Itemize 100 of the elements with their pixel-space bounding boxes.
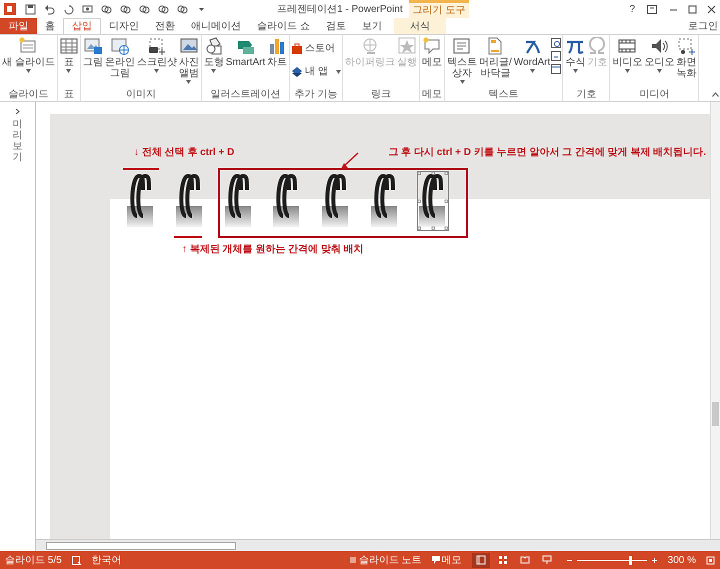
ribbon-tab[interactable]: 디자인 (101, 18, 147, 34)
slideshow-icon (542, 555, 552, 565)
film-icon (618, 37, 636, 55)
vertical-scrollbar[interactable] (710, 102, 720, 539)
ribbon-button[interactable]: 비디오 (611, 37, 644, 88)
ribbon-button[interactable]: 수식 (564, 37, 586, 88)
ribbon-button[interactable]: 텍스트 상자 (446, 37, 478, 88)
ribbon-button[interactable]: 온라인 그림 (104, 37, 136, 88)
fit-to-window-icon[interactable] (706, 556, 715, 564)
group-label: 표 (62, 88, 75, 101)
screenshot-icon (148, 37, 166, 55)
caret-icon (572, 69, 578, 73)
group-label: 링크 (370, 88, 392, 101)
slider-thumb[interactable] (628, 556, 632, 564)
notes-button[interactable]: 슬라이드 노트 (348, 552, 422, 568)
ribbon-button[interactable]: 도형 (202, 37, 225, 88)
text-box-icon (453, 37, 472, 55)
ribbon-button[interactable]: 차트 (266, 37, 288, 88)
group-label: 미디어 (638, 88, 670, 101)
caret-icon (186, 80, 192, 84)
ribbon-button[interactable]: 화면 녹화 (675, 37, 698, 88)
reading-view-icon (520, 555, 530, 565)
ribbon-button[interactable]: SmartArt (224, 37, 266, 88)
cube-icon (291, 65, 304, 78)
bag-icon (291, 42, 304, 55)
ribbon-tab[interactable]: 전환 (147, 18, 183, 34)
slide-counter: 슬라이드 5/5 (5, 554, 62, 568)
help-button[interactable]: ? (629, 2, 635, 16)
group-label: 슬라이드 (7, 88, 50, 101)
ribbon-display-icon[interactable] (647, 4, 657, 14)
slideshow-icon[interactable] (82, 4, 93, 14)
redo-icon[interactable] (63, 4, 74, 14)
caret-icon (460, 80, 465, 84)
caret-icon (530, 69, 535, 73)
ribbon-button[interactable]: 그림 (82, 37, 104, 88)
group-label: 메모 (421, 88, 444, 101)
speaker-icon (650, 37, 668, 55)
caret-icon (66, 69, 72, 73)
ribbon-tab[interactable]: 애니메이션 (183, 18, 249, 34)
horizontal-scrollbar[interactable] (36, 539, 720, 551)
group-label: 이미지 (124, 88, 157, 101)
ribbon-tab[interactable]: 검토 (318, 18, 354, 34)
expand-pane-icon[interactable] (15, 108, 20, 115)
zoom-level[interactable]: 300 % (668, 552, 696, 568)
ribbon-tab[interactable]: 삽입 (63, 18, 101, 34)
underline (123, 168, 159, 170)
ribbon-button[interactable]: 스토어 (291, 41, 342, 56)
underline (174, 236, 202, 238)
annotation-text: ↑ 복제된 개체를 원하는 간격에 맞춰 배치 (182, 243, 364, 257)
ribbon-button[interactable]: 표 (58, 37, 79, 88)
annotation-text: ↓ 전체 선택 후 ctrl + D (134, 146, 234, 160)
group-label: 일러스트레이션 (210, 88, 282, 101)
ribbon-button[interactable]: 사진 앨범 (178, 37, 200, 88)
maximize-icon[interactable] (688, 4, 697, 14)
picture-icon (84, 37, 102, 55)
context-tab-header: 그리기 도구 (408, 0, 470, 18)
group-label: 추가 기능 (294, 88, 339, 101)
ribbon-button[interactable]: 메모 (421, 37, 444, 88)
table-icon (60, 37, 78, 55)
normal-view-icon (476, 555, 486, 565)
caret-icon (154, 69, 160, 73)
ribbon-tab[interactable]: 보기 (354, 18, 390, 34)
ribbon-tab[interactable]: 서식 (394, 18, 446, 34)
pane-label[interactable]: 미리 보기 (12, 119, 22, 163)
caret-icon (336, 70, 342, 74)
ribbon-button[interactable]: 머리글/ 바닥글 (478, 37, 513, 88)
undo-icon[interactable] (44, 4, 55, 14)
zoom-in-icon[interactable] (650, 556, 658, 564)
comments-button[interactable]: 메모 (432, 552, 462, 568)
ribbon-button[interactable]: 스크린샷 (136, 37, 178, 88)
ribbon-button[interactable]: 오디오 (643, 37, 676, 88)
ribbon-button[interactable]: 새 슬라이드 (1, 37, 56, 88)
caret-icon (26, 69, 31, 73)
omega-icon (588, 37, 606, 55)
globe-link-icon (361, 37, 380, 55)
notes-icon (348, 556, 357, 564)
sign-in-link[interactable]: 로그인 (688, 18, 718, 34)
page-icon (486, 37, 504, 55)
group-label: 기호 (575, 88, 598, 101)
view-button[interactable] (472, 552, 490, 568)
save-icon[interactable] (25, 4, 36, 14)
language-indicator[interactable]: 한국어 (92, 552, 122, 568)
ribbon-button[interactable]: WordArt (512, 37, 552, 88)
caret-icon (624, 69, 630, 73)
window-title: 프레젠테이션1 - PowerPoint (277, 2, 403, 16)
slide-sorter-icon (498, 555, 508, 565)
group-label: 텍스트 (488, 88, 520, 101)
arrow-drawing (340, 152, 360, 170)
ribbon-tab[interactable]: 슬라이드 쇼 (249, 18, 318, 34)
collapse-ribbon-icon[interactable] (712, 92, 719, 97)
bar-chart-icon (268, 37, 286, 55)
online-picture-icon (110, 37, 129, 55)
caret-icon (656, 69, 662, 73)
star-icon (398, 37, 416, 55)
close-icon[interactable] (707, 4, 716, 14)
ribbon-tab[interactable]: 파일 (0, 18, 37, 34)
caret-icon (211, 69, 216, 73)
ribbon-button[interactable]: 내 앱 (291, 64, 342, 79)
ribbon-tab[interactable]: 홈 (37, 18, 63, 34)
spelling-icon[interactable] (72, 556, 82, 564)
